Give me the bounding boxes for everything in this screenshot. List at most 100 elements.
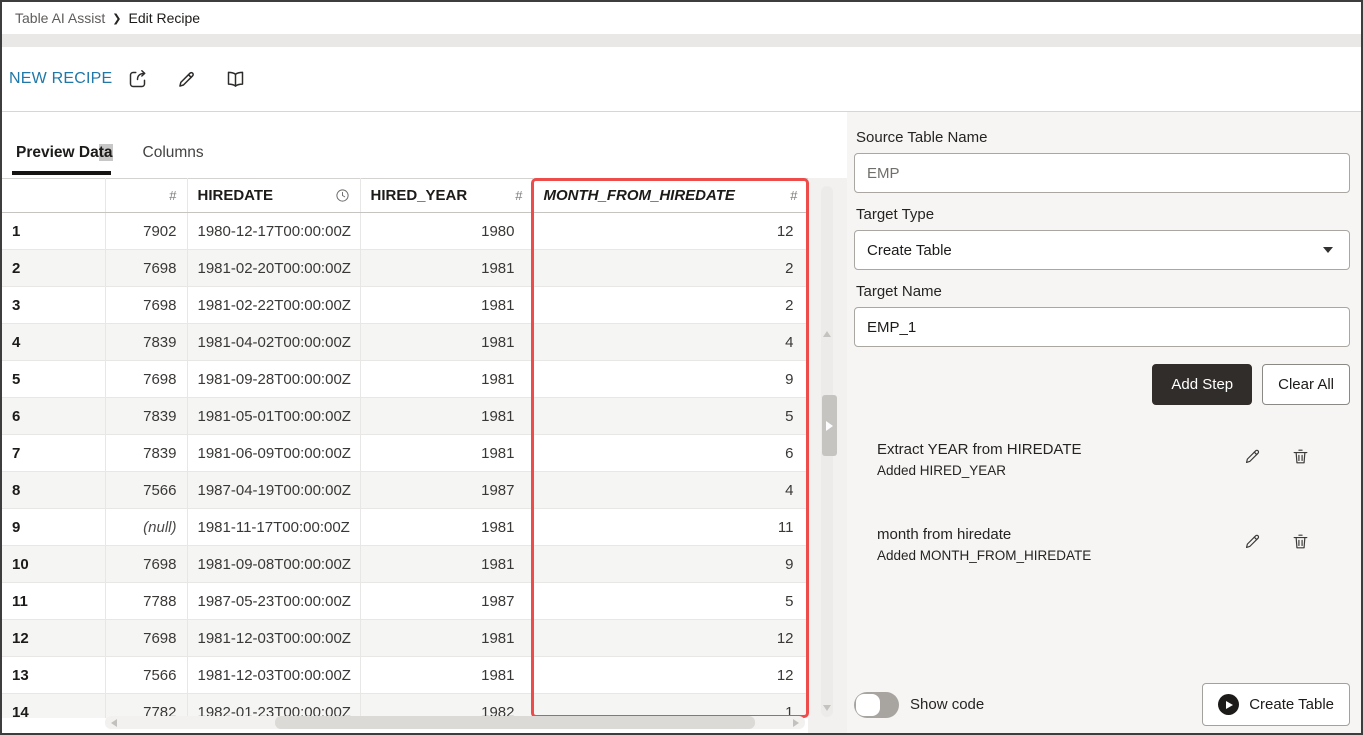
trash-icon [1291, 532, 1310, 551]
page-divider-strip [2, 34, 1361, 47]
row-number-cell: 8 [2, 472, 105, 509]
delete-step-button[interactable] [1291, 532, 1310, 554]
step-actions: Add Step Clear All [854, 364, 1350, 405]
preview-card: Preview Data Columns # [2, 112, 847, 733]
column-header-empno[interactable]: # [105, 179, 187, 213]
app-window: Table AI Assist ❯ Edit Recipe NEW RECIPE [0, 0, 1363, 735]
pencil-icon [176, 69, 197, 90]
month-from-hiredate-cell: 1 [533, 694, 808, 719]
table-row: 7 7839 1981-06-09T00:00:00Z 1981 6 [2, 435, 808, 472]
create-table-button-label: Create Table [1249, 696, 1334, 713]
toggle-knob [856, 694, 880, 716]
recipe-step: Extract YEAR from HIREDATE Added HIRED_Y… [877, 441, 1350, 478]
recipe-docs-button[interactable] [223, 67, 248, 92]
empno-cell: 7698 [105, 250, 187, 287]
tab-preview-data[interactable]: Preview Data [16, 112, 113, 175]
target-type-label: Target Type [856, 206, 1350, 223]
step-text: month from hiredate Added MONTH_FROM_HIR… [877, 526, 1091, 563]
edit-step-button[interactable] [1243, 447, 1262, 469]
hired-year-cell: 1981 [360, 361, 533, 398]
step-title: month from hiredate [877, 526, 1091, 543]
column-header-hired-year[interactable]: HIRED_YEAR # [360, 179, 533, 213]
month-from-hiredate-cell: 5 [533, 398, 808, 435]
edit-step-button[interactable] [1243, 532, 1262, 554]
hiredate-cell: 1981-12-03T00:00:00Z [187, 657, 360, 694]
recipe-settings-panel: Source Table Name EMP Target Type Create… [847, 112, 1361, 733]
scroll-left-arrow[interactable] [111, 719, 117, 727]
number-type-icon: # [790, 188, 797, 203]
table-row: 8 7566 1987-04-19T00:00:00Z 1987 4 [2, 472, 808, 509]
empno-cell: 7839 [105, 435, 187, 472]
hired-year-cell: 1982 [360, 694, 533, 719]
month-from-hiredate-cell: 11 [533, 509, 808, 546]
month-from-hiredate-cell: 4 [533, 472, 808, 509]
hired-year-cell: 1981 [360, 620, 533, 657]
hired-year-cell: 1981 [360, 509, 533, 546]
row-number-cell: 12 [2, 620, 105, 657]
data-grid: # HIREDATE HIRED_YEAR # [2, 178, 808, 718]
row-number-cell: 1 [2, 213, 105, 250]
export-recipe-button[interactable] [125, 67, 150, 92]
hiredate-cell: 1981-02-22T00:00:00Z [187, 287, 360, 324]
empno-cell: 7698 [105, 287, 187, 324]
splitter-collapse-handle[interactable] [822, 395, 837, 456]
pencil-icon [1243, 532, 1262, 551]
tab-columns[interactable]: Columns [143, 112, 204, 162]
create-table-button[interactable]: Create Table [1202, 683, 1350, 726]
recipe-step: month from hiredate Added MONTH_FROM_HIR… [877, 526, 1350, 563]
clear-all-button[interactable]: Clear All [1262, 364, 1350, 405]
target-type-select[interactable]: Create Table [854, 230, 1350, 270]
row-number-cell: 2 [2, 250, 105, 287]
scroll-right-arrow[interactable] [793, 719, 799, 727]
hired-year-cell: 1981 [360, 657, 533, 694]
source-table-input[interactable]: EMP [854, 153, 1350, 193]
row-number-cell: 5 [2, 361, 105, 398]
row-number-cell: 9 [2, 509, 105, 546]
empno-cell: 7566 [105, 472, 187, 509]
preview-tabs: Preview Data Columns [2, 112, 847, 178]
column-header-hiredate[interactable]: HIREDATE [187, 179, 360, 213]
steps-list: Extract YEAR from HIREDATE Added HIRED_Y… [854, 441, 1350, 563]
month-from-hiredate-cell: 12 [533, 657, 808, 694]
horizontal-scroll-thumb[interactable] [275, 716, 755, 729]
hiredate-cell: 1981-11-17T00:00:00Z [187, 509, 360, 546]
table-row: 9 (null) 1981-11-17T00:00:00Z 1981 11 [2, 509, 808, 546]
month-from-hiredate-cell: 9 [533, 361, 808, 398]
month-from-hiredate-cell: 12 [533, 213, 808, 250]
chevron-right-icon: ❯ [112, 12, 121, 25]
table-row: 5 7698 1981-09-28T00:00:00Z 1981 9 [2, 361, 808, 398]
step-title: Extract YEAR from HIREDATE [877, 441, 1082, 458]
add-step-button[interactable]: Add Step [1152, 364, 1252, 405]
show-code-toggle[interactable] [854, 692, 899, 718]
scroll-up-arrow[interactable] [823, 331, 831, 337]
breadcrumb-parent[interactable]: Table AI Assist [15, 10, 105, 26]
target-name-label: Target Name [856, 283, 1350, 300]
empno-cell: (null) [105, 509, 187, 546]
empno-cell: 7902 [105, 213, 187, 250]
tab-preview-data-label: Preview Data [16, 144, 113, 161]
row-number-cell: 14 [2, 694, 105, 719]
hiredate-cell: 1987-04-19T00:00:00Z [187, 472, 360, 509]
active-tab-underline [12, 171, 111, 175]
hiredate-cell: 1981-12-03T00:00:00Z [187, 620, 360, 657]
row-number-cell: 4 [2, 324, 105, 361]
table-row: 2 7698 1981-02-20T00:00:00Z 1981 2 [2, 250, 808, 287]
delete-step-button[interactable] [1291, 447, 1310, 469]
scroll-down-arrow[interactable] [823, 705, 831, 711]
grid-body: 1 7902 1980-12-17T00:00:00Z 1980 12 2 76… [2, 213, 808, 719]
breadcrumb: Table AI Assist ❯ Edit Recipe [2, 2, 1361, 34]
hiredate-cell: 1981-09-08T00:00:00Z [187, 546, 360, 583]
hired-year-cell: 1981 [360, 287, 533, 324]
horizontal-scrollbar[interactable] [105, 716, 805, 729]
empno-cell: 7839 [105, 398, 187, 435]
book-icon [225, 69, 246, 90]
breadcrumb-current: Edit Recipe [129, 10, 201, 26]
hired-year-cell: 1981 [360, 546, 533, 583]
row-number-cell: 10 [2, 546, 105, 583]
target-name-input[interactable]: EMP_1 [854, 307, 1350, 347]
column-header-month-from-hiredate[interactable]: MONTH_FROM_HIREDATE # [533, 179, 808, 213]
empno-cell: 7698 [105, 546, 187, 583]
hired-year-cell: 1981 [360, 398, 533, 435]
row-number-cell: 6 [2, 398, 105, 435]
edit-recipe-button[interactable] [174, 67, 199, 92]
